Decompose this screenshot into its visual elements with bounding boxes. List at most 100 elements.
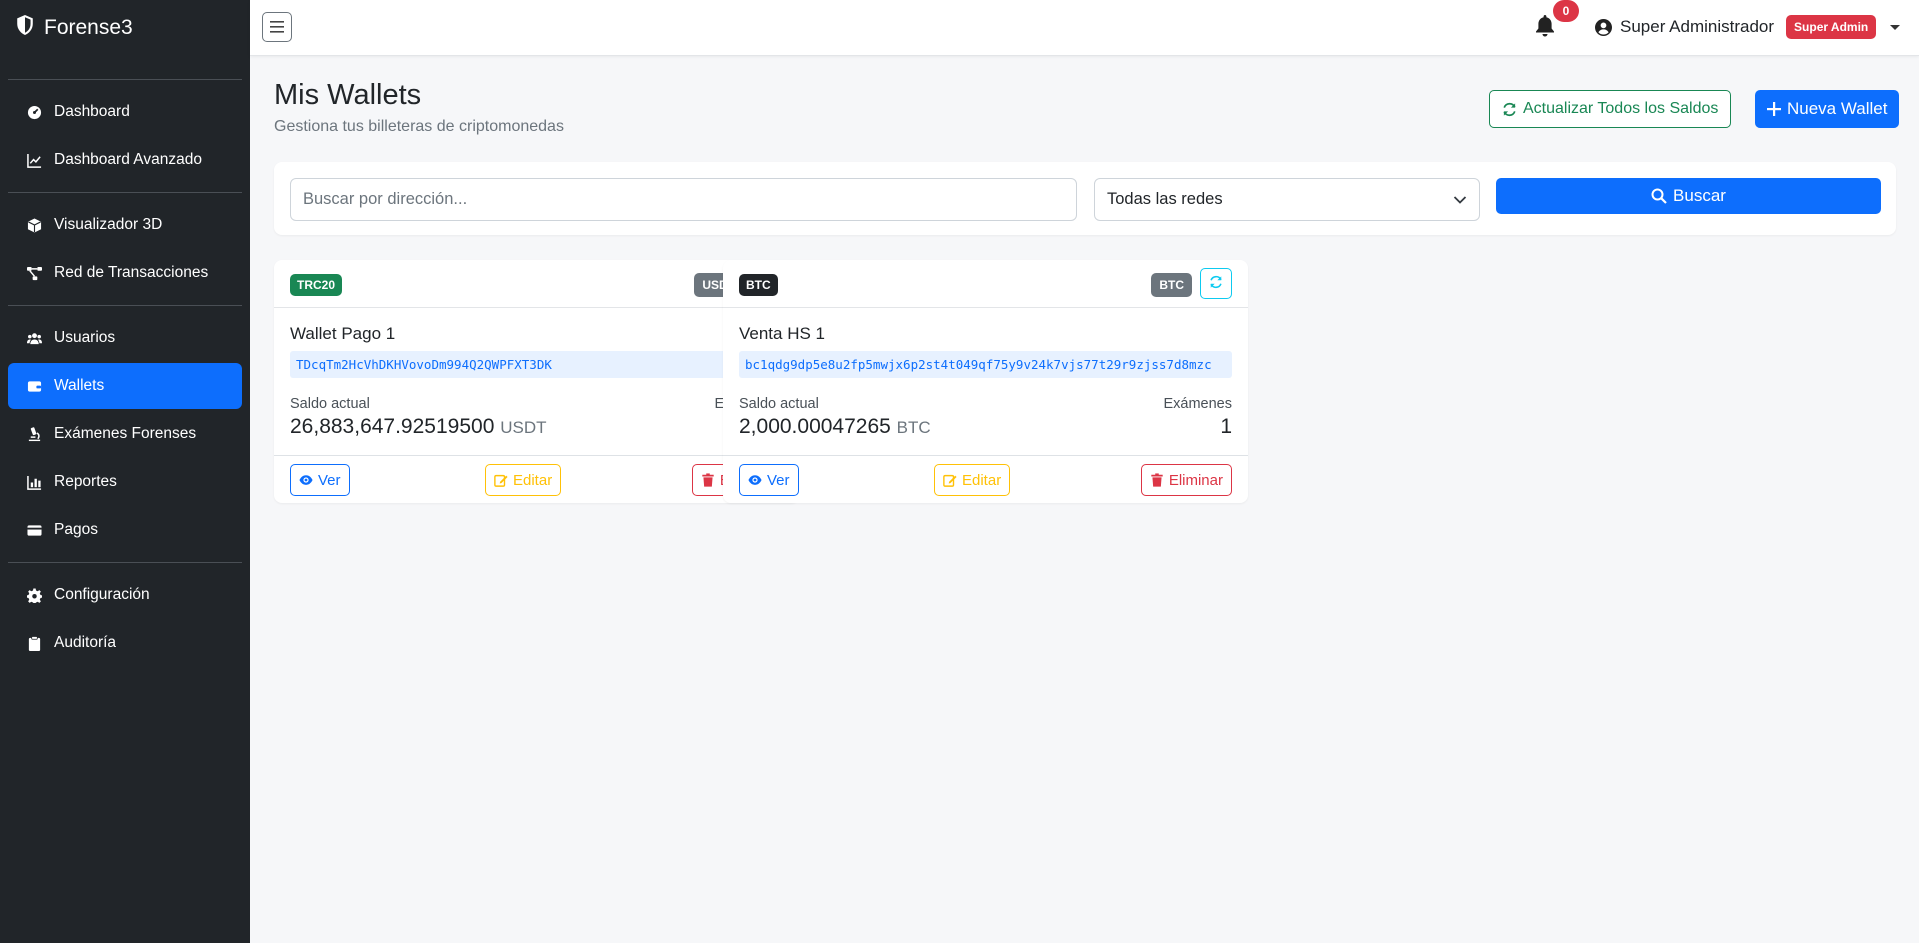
balance-unit: BTC bbox=[896, 418, 931, 437]
view-wallet-button[interactable]: Ver bbox=[290, 464, 350, 496]
sidebar-item-reportes[interactable]: Reportes bbox=[8, 459, 242, 505]
new-wallet-button[interactable]: Nueva Wallet bbox=[1755, 90, 1900, 128]
bell-icon bbox=[1536, 15, 1554, 37]
edit-wallet-button[interactable]: Editar bbox=[934, 464, 1011, 496]
wallet-card-footer: VerEditarEliminar bbox=[274, 455, 799, 503]
network-select-value: Todas las redes bbox=[1107, 190, 1223, 208]
wallet-card-footer: Ver Editar Eliminar bbox=[723, 455, 1248, 503]
user-menu[interactable]: Super Administrador Super Admin bbox=[1595, 0, 1901, 54]
refresh-icon bbox=[1209, 275, 1223, 292]
sidebar-item-auditor-a[interactable]: Auditoría bbox=[8, 620, 242, 666]
wallet-address: TDcqTm2HcVhDKHVovoDm994Q2QWPFXT3DK bbox=[290, 351, 783, 378]
view-label: Ver bbox=[767, 471, 790, 489]
edit-label: Editar bbox=[513, 471, 553, 489]
sidebar-item-label: Reportes bbox=[54, 473, 117, 490]
network-badge: BTC bbox=[739, 274, 778, 296]
sidebar-item-wallets[interactable]: Wallets bbox=[8, 363, 242, 409]
sidebar-group: Visualizador 3D Red de Transacciones bbox=[8, 193, 242, 305]
view-label: Ver bbox=[318, 471, 341, 489]
delete-label: Eliminar bbox=[1168, 471, 1223, 489]
wallet-card: BTC BTC Venta HS 1 bc1qdg9dp5e8u2fp5mwjx6p2… bbox=[723, 260, 1248, 503]
notifications-button[interactable] bbox=[1535, 15, 1557, 39]
sidebar-item-dashboard[interactable]: Dashboard bbox=[8, 89, 242, 135]
credit-card-icon bbox=[26, 522, 42, 538]
wallet-card: TRC20 USDT Wallet Pago 1 TDcqTm2HcVhDKHVovo… bbox=[274, 260, 799, 503]
wallet-address: bc1qdg9dp5e8u2fp5mwjx6p2st4t049qf75y9v24… bbox=[739, 351, 1232, 378]
brand[interactable]: Forense3 bbox=[0, 0, 250, 56]
page-title: Mis Wallets bbox=[274, 79, 422, 111]
refresh-icon bbox=[1503, 102, 1516, 116]
exams-count: 1 bbox=[1220, 415, 1232, 438]
balance-amount: 26,883,647.92519500 bbox=[290, 415, 495, 438]
sidebar-item-label: Visualizador 3D bbox=[54, 216, 163, 233]
network-icon bbox=[26, 265, 42, 281]
sidebar-item-label: Auditoría bbox=[54, 634, 117, 651]
user-circle-icon bbox=[1595, 18, 1612, 36]
sidebar-item-label: Usuarios bbox=[54, 329, 116, 346]
top-navbar: 0 Super Administrador Super Admin bbox=[250, 0, 1919, 56]
sidebar-item-configuraci-n[interactable]: Configuración bbox=[8, 572, 242, 618]
sidebar-item-visualizador-3d[interactable]: Visualizador 3D bbox=[8, 202, 242, 248]
brand-name: Forense3 bbox=[44, 16, 133, 39]
exams-label: Exámenes bbox=[1163, 396, 1232, 412]
refresh-balance-button[interactable] bbox=[1200, 268, 1232, 299]
notifications-count-badge: 0 bbox=[1553, 0, 1579, 22]
edit-wallet-button[interactable]: Editar bbox=[485, 464, 562, 496]
edit-icon bbox=[943, 474, 957, 487]
sidebar: Forense3 Dashboard Dashboard Avanzado Visu… bbox=[0, 0, 250, 943]
balance-label: Saldo actual bbox=[739, 396, 819, 412]
plus-icon bbox=[1767, 102, 1781, 116]
sidebar-item-dashboard-avanzado[interactable]: Dashboard Avanzado bbox=[8, 137, 242, 183]
view-wallet-button[interactable]: Ver bbox=[739, 464, 799, 496]
shield-icon bbox=[16, 15, 34, 41]
sidebar-item-ex-menes-forenses[interactable]: Exámenes Forenses bbox=[8, 411, 242, 457]
bar-chart-icon bbox=[26, 474, 42, 490]
users-icon bbox=[26, 330, 42, 346]
wallet-name: Venta HS 1 bbox=[739, 324, 826, 343]
sidebar-item-label: Configuración bbox=[54, 586, 150, 603]
currency-badge: BTC bbox=[1151, 273, 1192, 297]
wallet-card-header: TRC20 USDT bbox=[274, 260, 799, 308]
page-subtitle: Gestiona tus billeteras de criptomonedas bbox=[274, 118, 564, 135]
wallet-card-header: BTC BTC bbox=[723, 260, 1248, 308]
role-badge: Super Admin bbox=[1786, 15, 1877, 39]
sidebar-nav: Dashboard Dashboard Avanzado Visualizador … bbox=[0, 80, 250, 675]
microscope-icon bbox=[26, 426, 42, 442]
eye-icon bbox=[299, 475, 313, 485]
search-icon bbox=[1651, 188, 1667, 204]
sidebar-item-usuarios[interactable]: Usuarios bbox=[8, 315, 242, 361]
search-button[interactable]: Buscar bbox=[1496, 178, 1881, 214]
chevron-down-icon bbox=[1453, 195, 1467, 204]
sidebar-item-label: Wallets bbox=[54, 377, 105, 394]
address-search-input[interactable] bbox=[290, 178, 1077, 221]
gauge-icon bbox=[26, 104, 42, 120]
cube-icon bbox=[26, 217, 42, 233]
search-button-label: Buscar bbox=[1673, 186, 1726, 205]
chevron-down-icon bbox=[1890, 24, 1901, 30]
menu-toggle-button[interactable] bbox=[262, 12, 292, 42]
delete-wallet-button[interactable]: Eliminar bbox=[1140, 464, 1232, 496]
sidebar-item-label: Red de Transacciones bbox=[54, 264, 209, 281]
sidebar-item-label: Pagos bbox=[54, 521, 98, 538]
sidebar-item-red-de-transacciones[interactable]: Red de Transacciones bbox=[8, 250, 242, 296]
sidebar-item-pagos[interactable]: Pagos bbox=[8, 507, 242, 553]
wallet-icon bbox=[26, 378, 42, 394]
wallet-name: Wallet Pago 1 bbox=[290, 324, 396, 343]
sidebar-group: Configuración Auditoría bbox=[8, 563, 242, 675]
refresh-all-balances-button[interactable]: Actualizar Todos los Saldos bbox=[1489, 90, 1732, 128]
line-chart-icon bbox=[26, 152, 42, 168]
filter-card: Todas las redes Buscar bbox=[274, 162, 1896, 235]
balance-unit: USDT bbox=[500, 418, 547, 437]
eye-icon bbox=[748, 475, 762, 485]
balance-amount: 2,000.00047265 bbox=[739, 415, 891, 438]
edit-icon bbox=[494, 474, 508, 487]
clipboard-icon bbox=[26, 635, 42, 651]
sidebar-group: Usuarios Wallets Exámenes Forenses Reportes… bbox=[8, 306, 242, 562]
sidebar-item-label: Dashboard Avanzado bbox=[54, 151, 202, 168]
network-select[interactable]: Todas las redes bbox=[1094, 178, 1480, 221]
sidebar-item-label: Exámenes Forenses bbox=[54, 425, 197, 442]
sidebar-group: Dashboard Dashboard Avanzado bbox=[8, 80, 242, 192]
trash-icon bbox=[1151, 473, 1163, 487]
main-content: Mis Wallets Gestiona tus billeteras de c… bbox=[250, 56, 1919, 943]
hamburger-icon bbox=[270, 21, 284, 33]
